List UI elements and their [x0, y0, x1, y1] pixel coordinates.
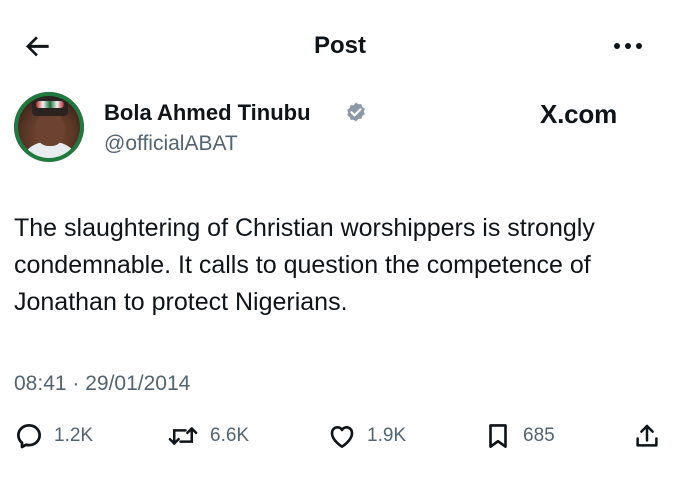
repost-count: 6.6K — [210, 425, 250, 446]
bookmark-icon — [483, 421, 513, 451]
reply-button[interactable]: 1.2K — [14, 420, 93, 452]
page-title: Post — [313, 32, 366, 59]
like-button[interactable]: 1.9K — [327, 420, 406, 452]
tweet-text: The slaughtering of Christian worshipper… — [14, 214, 595, 316]
reply-icon — [14, 421, 44, 451]
share-button[interactable] — [632, 420, 662, 452]
author-name[interactable]: Bola Ahmed Tinubu — [104, 100, 311, 126]
more-options-button[interactable] — [610, 36, 646, 56]
source-watermark: X.com — [540, 99, 618, 129]
author-handle[interactable]: @officialABAT — [104, 132, 238, 156]
tweet-timestamp[interactable]: 08:41 · 29/01/2014 — [14, 372, 190, 396]
more-horizontal-icon — [610, 36, 646, 56]
heart-icon — [327, 421, 357, 451]
like-count: 1.9K — [367, 425, 407, 446]
share-icon — [632, 421, 662, 451]
repost-button[interactable]: 6.6K — [166, 420, 249, 452]
bookmark-button[interactable]: 685 — [483, 420, 555, 452]
repost-icon — [166, 421, 200, 451]
verified-badge-icon — [344, 101, 368, 125]
bookmark-count: 685 — [523, 425, 555, 446]
avatar[interactable] — [14, 92, 84, 162]
reply-count: 1.2K — [54, 425, 94, 446]
